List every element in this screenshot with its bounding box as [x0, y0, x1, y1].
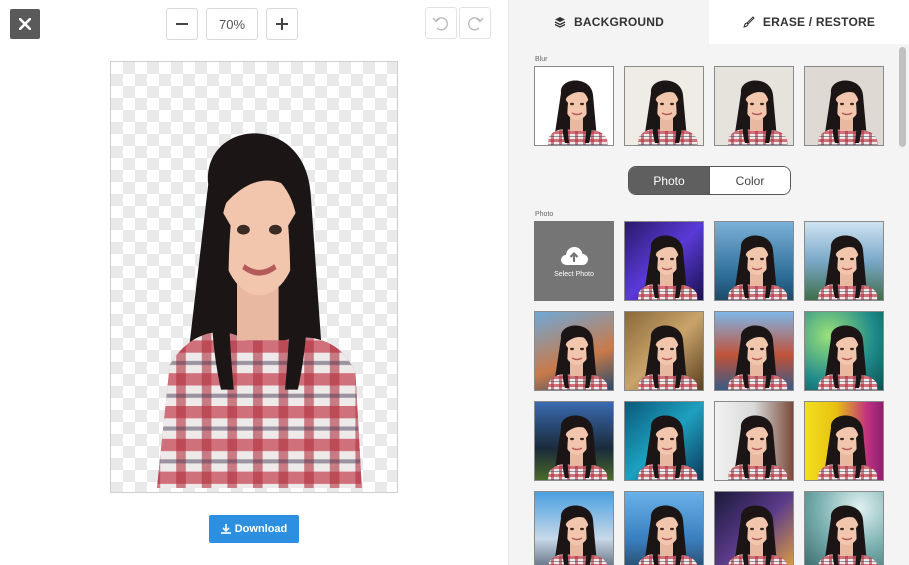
photo-bg-option-5[interactable]: [624, 311, 704, 391]
editor-app: 70% Download BACKGROUND ERASE / RESTORE …: [0, 0, 909, 565]
photo-bg-option-1[interactable]: [624, 221, 704, 301]
photo-bg-option-11[interactable]: [804, 401, 884, 481]
thumbnail-image: [724, 414, 790, 480]
photo-bg-option-13[interactable]: [624, 491, 704, 565]
blur-option-3[interactable]: [714, 66, 794, 146]
thumbnail-image: [634, 79, 700, 145]
photo-bg-option-15[interactable]: [804, 491, 884, 565]
select-photo-label: Select Photo: [554, 270, 594, 278]
history-controls: [425, 7, 491, 39]
thumbnail-image: [544, 79, 610, 145]
toggle-photo[interactable]: Photo: [629, 167, 709, 194]
photo-bg-option-6[interactable]: [714, 311, 794, 391]
thumbnail-image: [724, 234, 790, 300]
download-label: Download: [234, 523, 288, 535]
photo-bg-option-12[interactable]: [534, 491, 614, 565]
download-icon: [220, 524, 231, 534]
zoom-controls: 70%: [166, 8, 298, 40]
thumbnail-image: [814, 414, 880, 480]
thumbnail-image: [814, 504, 880, 565]
blur-section-label: Blur: [535, 56, 548, 63]
side-panel: BACKGROUND ERASE / RESTORE Blur Photo Co…: [508, 0, 909, 565]
thumbnail-image: [634, 234, 700, 300]
undo-button[interactable]: [425, 7, 457, 39]
photo-bg-option-8[interactable]: [534, 401, 614, 481]
brush-icon: [743, 16, 755, 28]
thumbnail-image: [724, 504, 790, 565]
thumbnail-image: [634, 414, 700, 480]
photo-bg-option-14[interactable]: [714, 491, 794, 565]
thumbnail-image: [724, 79, 790, 145]
photo-bg-option-4[interactable]: [534, 311, 614, 391]
blur-option-1[interactable]: [534, 66, 614, 146]
thumbnail-image: [544, 504, 610, 565]
zoom-in-button[interactable]: [266, 8, 298, 40]
thumbnail-image: [814, 79, 880, 145]
photo-bg-option-7[interactable]: [804, 311, 884, 391]
toggle-color[interactable]: Color: [709, 167, 790, 194]
thumbnail-image: [814, 234, 880, 300]
thumbnail-image: [544, 324, 610, 390]
tab-erase-restore-label: ERASE / RESTORE: [762, 15, 876, 29]
blur-option-2[interactable]: [624, 66, 704, 146]
redo-icon: [468, 17, 484, 31]
zoom-out-button[interactable]: [166, 8, 198, 40]
image-canvas[interactable]: [110, 61, 398, 493]
close-icon: [19, 18, 31, 30]
tab-background[interactable]: BACKGROUND: [509, 0, 709, 44]
blur-option-4[interactable]: [804, 66, 884, 146]
download-button[interactable]: Download: [209, 515, 299, 543]
zoom-level: 70%: [206, 8, 258, 40]
cloud-upload-icon: [561, 246, 588, 265]
photo-bg-option-2[interactable]: [714, 221, 794, 301]
select-photo-button[interactable]: Select Photo: [534, 221, 614, 301]
close-button[interactable]: [10, 9, 40, 39]
photo-bg-option-10[interactable]: [714, 401, 794, 481]
background-type-toggle: Photo Color: [628, 166, 791, 195]
minus-icon: [176, 23, 188, 25]
photo-bg-option-9[interactable]: [624, 401, 704, 481]
thumbnail-image: [724, 324, 790, 390]
tab-background-label: BACKGROUND: [574, 15, 664, 29]
subject-photo: [111, 62, 398, 493]
photo-section-label: Photo: [535, 211, 554, 218]
redo-button[interactable]: [459, 7, 491, 39]
thumbnail-image: [814, 324, 880, 390]
panel-tabs: BACKGROUND ERASE / RESTORE: [509, 0, 909, 44]
layers-icon: [554, 17, 566, 28]
thumbnail-image: [544, 414, 610, 480]
thumbnail-image: [634, 324, 700, 390]
tab-erase-restore[interactable]: ERASE / RESTORE: [709, 0, 909, 44]
plus-icon: [276, 18, 288, 30]
thumbnail-image: [634, 504, 700, 565]
undo-icon: [432, 17, 448, 31]
panel-scrollbar[interactable]: [899, 47, 906, 147]
photo-bg-option-3[interactable]: [804, 221, 884, 301]
